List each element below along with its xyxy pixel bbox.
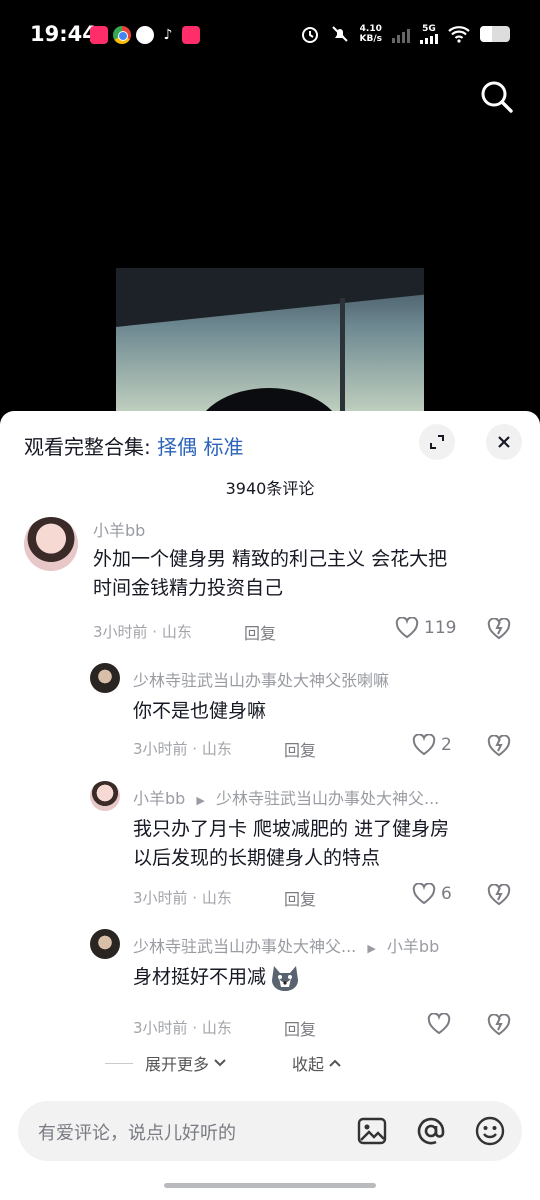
net-speed: 4.10 KB/s — [359, 24, 382, 44]
reply-item: 少林寺驻武当山办事处大神父张喇嘛 你不是也健身嘛 3小时前 · 山东 回复 2 — [0, 661, 540, 761]
comment-meta: 3小时前 · 山东 — [133, 740, 232, 758]
network-type: 5G — [422, 24, 436, 34]
reply-button[interactable]: 回复 — [244, 620, 276, 644]
comment-text[interactable]: 你不是也健身嘛 — [133, 697, 266, 726]
like-count: 6 — [441, 884, 452, 904]
status-bar: 19:44 ♪ 4.10 KB/s 5G — [0, 0, 540, 72]
dislike-icon[interactable] — [487, 735, 511, 757]
tiktok-icon: ♪ — [163, 27, 173, 43]
heart-icon — [427, 1013, 451, 1035]
battery-icon — [480, 26, 510, 42]
comment-username[interactable]: 小羊bb ▶ 少林寺驻武当山办事处大神父... — [133, 785, 439, 809]
expand-more-row: 展开更多 — [105, 1051, 227, 1075]
like-count: 2 — [441, 735, 452, 755]
app-notification-icon — [182, 26, 200, 44]
heart-icon — [412, 883, 436, 905]
like-button[interactable]: 6 — [412, 883, 452, 905]
comment-text[interactable]: 外加一个健身男 精致的利己主义 会花大把 时间金钱精力投资自己 — [93, 545, 523, 603]
comment-username[interactable]: 少林寺驻武当山办事处大神父张喇嘛 — [133, 667, 389, 691]
avatar[interactable] — [24, 517, 78, 571]
expand-icon — [430, 435, 444, 449]
comment-sheet: 观看完整合集: 择偶 标准 3940条评论 小羊bb 外加一个健身男 精致的利己… — [0, 411, 540, 1200]
dislike-icon[interactable] — [487, 1014, 511, 1036]
expand-more-button[interactable]: 展开更多 — [145, 1051, 227, 1075]
wifi-icon — [448, 26, 470, 43]
comment-username[interactable]: 小羊bb — [93, 517, 145, 541]
like-button[interactable]: 119 — [395, 617, 456, 639]
app-notification-icon — [90, 26, 108, 44]
chevron-down-icon — [214, 1059, 226, 1067]
alarm-icon — [301, 27, 318, 43]
reply-button[interactable]: 回复 — [284, 886, 316, 910]
reply-arrow-icon: ▶ — [367, 942, 376, 955]
comment-input[interactable]: 有爱评论，说点儿好听的 — [18, 1101, 522, 1161]
chevron-up-icon — [329, 1059, 341, 1067]
home-indicator[interactable] — [164, 1183, 376, 1188]
comment-count: 3940条评论 — [225, 479, 315, 498]
dislike-icon[interactable] — [487, 618, 511, 640]
close-button[interactable] — [486, 424, 522, 460]
at-icon[interactable] — [415, 1115, 447, 1147]
reply-arrow-icon: ▶ — [196, 794, 205, 807]
comment-meta: 3小时前 · 山东 — [133, 889, 232, 907]
reply-button[interactable]: 回复 — [284, 1016, 316, 1040]
dislike-icon[interactable] — [487, 884, 511, 906]
image-icon[interactable] — [356, 1115, 388, 1147]
collapse-button[interactable]: 收起 — [292, 1051, 342, 1075]
heart-icon — [412, 734, 436, 756]
avatar[interactable] — [90, 663, 120, 693]
search-icon[interactable] — [480, 80, 514, 114]
notification-icons: ♪ — [90, 26, 200, 44]
avatar[interactable] — [90, 781, 120, 811]
mute-icon — [331, 26, 348, 42]
husky-emoji-icon — [272, 965, 299, 991]
comment-meta: 3小时前 · 山东 — [93, 623, 192, 641]
collection-title[interactable]: 观看完整合集: 择偶 标准 — [24, 431, 243, 460]
expand-button[interactable] — [419, 424, 455, 460]
like-button[interactable] — [427, 1013, 456, 1035]
like-count: 119 — [424, 618, 457, 638]
settings-icon — [136, 26, 154, 44]
like-button[interactable]: 2 — [412, 734, 452, 756]
reply-item: 少林寺驻武当山办事处大神父... ▶ 小羊bb 身材挺好不用减 3小时前 · 山… — [0, 929, 540, 1039]
close-icon — [498, 436, 510, 448]
comment-text[interactable]: 我只办了月卡 爬坡减肥的 进了健身房 以后发现的长期健身人的特点 — [133, 815, 513, 873]
comment-username[interactable]: 少林寺驻武当山办事处大神父... ▶ 小羊bb — [133, 933, 439, 957]
status-time: 19:44 — [30, 22, 97, 46]
comment-meta: 3小时前 · 山东 — [133, 1019, 232, 1037]
chrome-icon — [113, 26, 131, 44]
reply-button[interactable]: 回复 — [284, 737, 316, 761]
avatar[interactable] — [90, 929, 120, 959]
comment-input-placeholder: 有爱评论，说点儿好听的 — [38, 1123, 236, 1144]
reply-item: 小羊bb ▶ 少林寺驻武当山办事处大神父... 我只办了月卡 爬坡减肥的 进了健… — [0, 781, 540, 911]
comment-text[interactable]: 身材挺好不用减 — [133, 963, 300, 992]
signal-icon — [392, 25, 410, 43]
signal-icon — [420, 34, 438, 44]
collection-link[interactable]: 择偶 标准 — [157, 435, 243, 459]
divider — [105, 1062, 133, 1064]
video-frame[interactable] — [116, 268, 424, 418]
comment-item: 小羊bb 外加一个健身男 精致的利己主义 会花大把 时间金钱精力投资自己 3小时前… — [0, 511, 540, 651]
heart-icon — [395, 617, 419, 639]
emoji-icon[interactable] — [474, 1115, 506, 1147]
